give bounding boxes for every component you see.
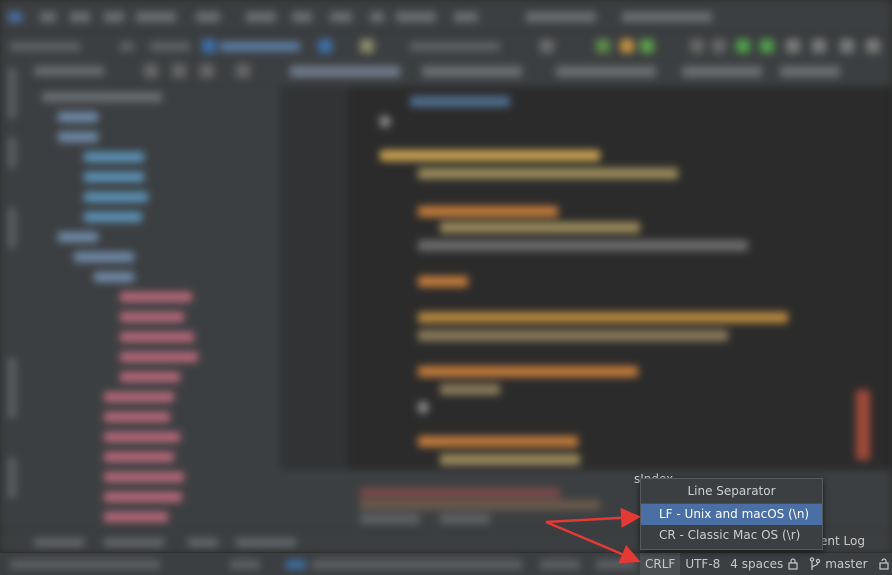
option-lf[interactable]: LF - Unix and macOS (\n) bbox=[641, 504, 822, 525]
encoding-widget[interactable]: UTF-8 bbox=[680, 553, 725, 575]
unlock-icon bbox=[878, 558, 889, 570]
status-bar: CRLF UTF-8 4 spaces master bbox=[0, 552, 892, 575]
line-separator-widget[interactable]: CRLF bbox=[640, 553, 681, 575]
git-branch-label: master bbox=[825, 557, 868, 571]
read-only-toggle[interactable] bbox=[873, 553, 892, 575]
encoding-label: UTF-8 bbox=[685, 557, 721, 571]
indent-widget[interactable]: 4 spaces bbox=[725, 553, 804, 575]
left-tool-strip bbox=[0, 58, 24, 530]
git-branch-icon bbox=[810, 557, 821, 570]
editor-gutter bbox=[280, 86, 348, 470]
line-separator-label: CRLF bbox=[645, 557, 676, 571]
editor-area bbox=[280, 58, 892, 470]
line-separator-popup: Line Separator LF - Unix and macOS (\n) … bbox=[640, 478, 823, 550]
navigation-bar bbox=[0, 32, 892, 59]
indent-label: 4 spaces bbox=[730, 557, 784, 571]
option-cr[interactable]: CR - Classic Mac OS (\r) bbox=[641, 525, 822, 546]
event-log-label[interactable]: ent Log bbox=[820, 534, 865, 548]
settings-lock-icon bbox=[788, 558, 798, 570]
project-panel bbox=[24, 58, 280, 530]
editor-tabs bbox=[280, 58, 892, 86]
popup-title: Line Separator bbox=[641, 479, 822, 504]
git-branch-widget[interactable]: master bbox=[804, 553, 872, 575]
menu-bar bbox=[0, 0, 892, 32]
status-bar-blurred-left bbox=[0, 553, 640, 575]
